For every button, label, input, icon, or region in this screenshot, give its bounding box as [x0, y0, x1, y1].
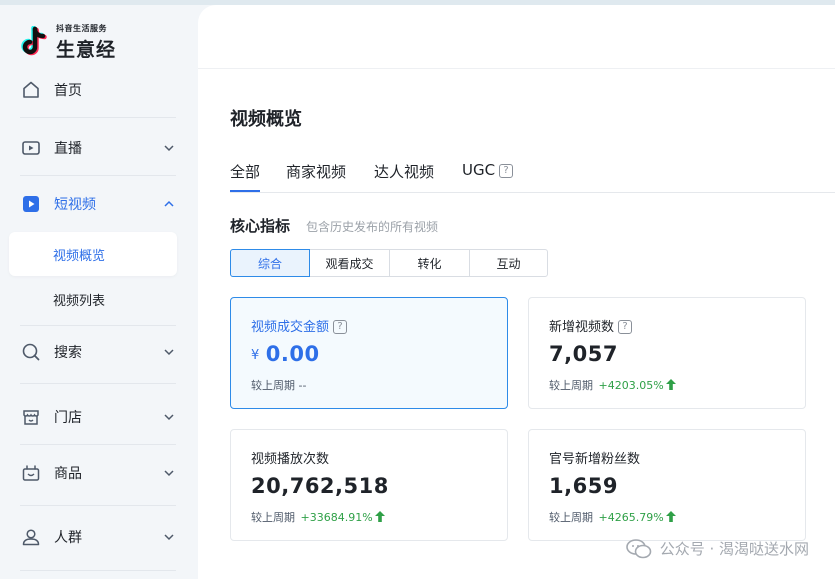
page-title: 视频概览	[230, 109, 302, 130]
tab-label: 全部	[230, 163, 261, 181]
tab-label: 达人视频	[374, 163, 435, 181]
sidebar-item-label: 直播	[54, 141, 82, 157]
metric-title-text: 视频成交金额	[251, 320, 330, 335]
metric-card-video-plays[interactable]: 视频播放次数 20,762,518 较上周期 +33684.91%	[230, 429, 508, 541]
video-play-icon	[20, 193, 42, 215]
metric-card-video-gmv[interactable]: 视频成交金额? ¥0.00 较上周期 --	[230, 297, 508, 409]
sidebar-subitem-video-list[interactable]: 视频列表	[9, 277, 177, 321]
metric-compare: 较上周期 --	[251, 377, 306, 393]
section-description: 包含历史发布的所有视频	[306, 220, 439, 234]
chevron-down-icon	[164, 349, 174, 356]
trend-up-arrow-icon	[665, 511, 676, 522]
sidebar-divider	[20, 117, 176, 118]
metric-segmented-control: 综合 观看成交 转化 互动	[230, 249, 548, 277]
sidebar-divider	[20, 383, 176, 384]
tab-merchant-video[interactable]: 商家视频	[286, 161, 346, 192]
search-icon	[20, 341, 42, 363]
sidebar-item-label: 商品	[54, 466, 82, 482]
metric-value: 1,659	[549, 474, 618, 498]
compare-label: 较上周期	[251, 379, 295, 392]
metric-value: 20,762,518	[251, 474, 389, 498]
main-content: 视频概览 全部 商家视频 达人视频 UGC? 核心指标 包含历史发布的所有视频 …	[198, 5, 835, 579]
user-icon	[20, 526, 42, 548]
tab-all[interactable]: 全部	[230, 161, 261, 192]
metric-title: 视频播放次数	[251, 452, 330, 467]
chevron-up-icon	[164, 200, 174, 207]
compare-change: +33684.91%	[300, 511, 373, 524]
sidebar: 抖音生活服务 生意经 首页 直播 短视频 视频概览 视频列表 搜索 门店 商品 …	[0, 5, 198, 579]
sidebar-item-store[interactable]: 门店	[20, 397, 178, 437]
tab-ugc[interactable]: UGC?	[462, 161, 514, 192]
tab-bar: 全部 商家视频 达人视频 UGC?	[230, 157, 835, 193]
metric-compare: 较上周期 +4265.79%	[549, 509, 676, 525]
metric-title: 官号新增粉丝数	[549, 452, 641, 467]
chevron-down-icon	[164, 470, 174, 477]
sidebar-divider	[20, 570, 176, 571]
tab-label: 商家视频	[286, 163, 347, 181]
trend-up-arrow-icon	[665, 379, 676, 390]
sidebar-item-label: 首页	[54, 83, 82, 99]
compare-change: +4265.79%	[598, 511, 664, 524]
app-logo[interactable]: 抖音生活服务 生意经	[20, 22, 116, 62]
metric-card-new-videos[interactable]: 新增视频数? 7,057 较上周期 +4203.05%	[528, 297, 806, 409]
metric-value: ¥0.00	[251, 342, 320, 366]
help-icon[interactable]: ?	[499, 164, 514, 178]
sidebar-item-label: 人群	[54, 530, 82, 546]
compare-label: 较上周期	[251, 511, 295, 524]
sidebar-item-audience[interactable]: 人群	[20, 517, 178, 557]
sidebar-item-label: 短视频	[54, 197, 96, 213]
trend-up-arrow-icon	[374, 511, 385, 522]
metric-card-new-followers[interactable]: 官号新增粉丝数 1,659 较上周期 +4265.79%	[528, 429, 806, 541]
main-header-bar	[198, 5, 835, 69]
store-icon	[20, 406, 42, 428]
compare-label: 较上周期	[549, 379, 593, 392]
chevron-down-icon	[164, 414, 174, 421]
metric-compare: 较上周期 +4203.05%	[549, 377, 676, 393]
sidebar-divider	[20, 505, 176, 506]
metric-title-text: 新增视频数	[549, 320, 615, 335]
sidebar-item-short-video[interactable]: 短视频	[20, 184, 178, 224]
basket-icon	[20, 462, 42, 484]
sidebar-divider	[20, 175, 176, 176]
help-icon[interactable]: ?	[333, 320, 348, 334]
compare-label: 较上周期	[549, 511, 593, 524]
help-icon[interactable]: ?	[618, 320, 633, 334]
watermark: 公众号 · 渴渴哒送水网	[625, 538, 809, 559]
chevron-down-icon	[164, 145, 174, 152]
chevron-down-icon	[164, 534, 174, 541]
sidebar-item-label: 搜索	[54, 345, 82, 361]
segment-view-deal[interactable]: 观看成交	[310, 250, 390, 276]
sidebar-item-search[interactable]: 搜索	[20, 332, 178, 372]
sidebar-divider	[20, 444, 176, 445]
wechat-icon	[625, 538, 651, 558]
sidebar-item-label: 门店	[54, 410, 82, 426]
live-icon	[20, 137, 42, 159]
sidebar-item-live[interactable]: 直播	[20, 128, 178, 168]
metric-title: 新增视频数?	[549, 316, 633, 335]
compare-change: --	[298, 379, 307, 392]
watermark-text: 公众号 · 渴渴哒送水网	[659, 540, 809, 558]
logo-title: 生意经	[56, 38, 117, 61]
metric-title: 视频成交金额?	[251, 316, 348, 335]
metric-value-text: 0.00	[265, 342, 320, 366]
section-title: 核心指标	[230, 217, 291, 235]
sidebar-subitem-video-overview[interactable]: 视频概览	[9, 232, 177, 276]
segment-overall[interactable]: 综合	[230, 249, 310, 277]
sidebar-divider	[20, 325, 176, 326]
metric-value: 7,057	[549, 342, 618, 366]
sidebar-item-goods[interactable]: 商品	[20, 453, 178, 493]
metric-compare: 较上周期 +33684.91%	[251, 509, 385, 525]
tab-creator-video[interactable]: 达人视频	[374, 161, 434, 192]
compare-change: +4203.05%	[598, 379, 664, 392]
sidebar-item-home[interactable]: 首页	[20, 70, 178, 110]
douyin-logo-icon	[20, 25, 48, 58]
home-icon	[20, 79, 42, 101]
segment-interaction[interactable]: 互动	[470, 250, 547, 276]
tab-label: UGC	[462, 161, 496, 179]
segment-conversion[interactable]: 转化	[390, 250, 470, 276]
currency-symbol: ¥	[251, 348, 260, 363]
logo-subtitle: 抖音生活服务	[56, 23, 107, 33]
